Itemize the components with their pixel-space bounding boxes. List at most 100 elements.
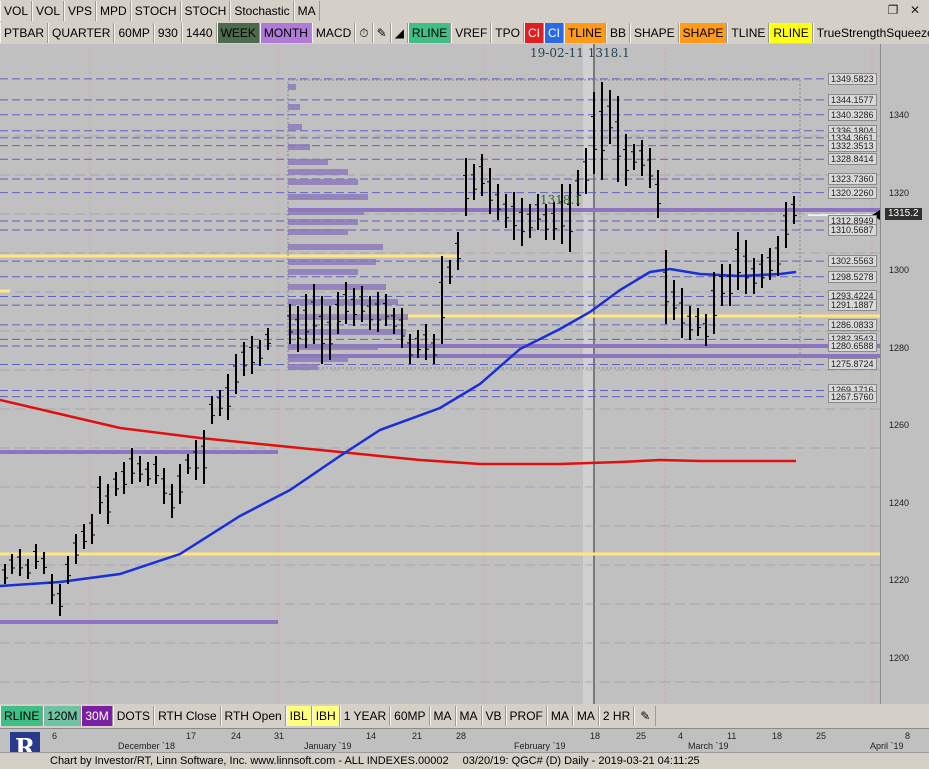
current-price-tag: 1315.2 xyxy=(885,208,922,220)
cursor-price: 1318.1 xyxy=(587,46,630,60)
profile-bar xyxy=(288,344,378,350)
date-label: 31 xyxy=(274,731,285,741)
date-label: 17 xyxy=(186,731,197,741)
level-label: 1275.8724 xyxy=(828,358,877,371)
price-axis[interactable]: 1340 1320 1300 1280 1260 1240 1220 1200 xyxy=(880,44,929,704)
bottom-button-0[interactable]: RLINE xyxy=(0,706,44,726)
study-button-13[interactable]: TLINE xyxy=(563,23,606,43)
edit-icon[interactable]: ✎ xyxy=(634,706,657,726)
level-label: 1267.5760 xyxy=(828,390,877,403)
date-label: 21 xyxy=(412,731,423,741)
bottom-button-12[interactable]: VB xyxy=(481,706,506,726)
bottom-button-7[interactable]: IBH xyxy=(311,706,340,726)
study-button-12[interactable]: CI xyxy=(543,23,564,43)
date-label: 11 xyxy=(727,731,737,741)
status-bar: Chart by Investor/RT, Linn Software, Inc… xyxy=(0,752,929,769)
study-button-19[interactable]: TrueStrengthSqueeze xyxy=(812,23,929,43)
indicator-button-2[interactable]: VPS xyxy=(64,1,97,21)
study-button-1[interactable]: QUARTER xyxy=(48,23,115,43)
price-chart[interactable]: 1318.1 xyxy=(0,44,880,704)
level-label: 1320.2260 xyxy=(828,186,877,199)
profile-bar xyxy=(288,179,358,185)
price-label: 1320 xyxy=(888,187,909,198)
clock-icon[interactable]: ⏱ xyxy=(355,23,373,43)
bottom-button-10[interactable]: MA xyxy=(429,706,456,726)
ruler-icon[interactable]: ◢ xyxy=(390,23,408,43)
profile-bar xyxy=(288,104,300,110)
level-label: 1310.5687 xyxy=(828,224,877,237)
date-label: 25 xyxy=(636,731,647,741)
study-button-16[interactable]: SHAPE xyxy=(678,23,728,43)
level-label: 1291.1887 xyxy=(828,299,877,312)
study-button-5[interactable]: WEEK xyxy=(216,23,260,43)
bottom-button-15[interactable]: MA xyxy=(572,706,599,726)
credit-text: Chart by Investor/RT, Linn Software, Inc… xyxy=(50,755,449,767)
study-button-7[interactable]: MACD xyxy=(311,23,356,43)
price-label: 1300 xyxy=(888,265,909,275)
date-label: 28 xyxy=(456,731,467,741)
level-label: 1349.5823 xyxy=(828,72,877,85)
study-button-8[interactable]: RLINE xyxy=(407,23,452,43)
indicator-button-7[interactable]: MA xyxy=(293,1,320,21)
pencil-icon[interactable]: ✎ xyxy=(372,23,391,43)
bottom-button-4[interactable]: RTH Close xyxy=(154,706,221,726)
bottom-button-13[interactable]: PROF xyxy=(505,706,547,726)
study-button-17[interactable]: TLINE xyxy=(727,23,770,43)
level-label: 1340.3286 xyxy=(828,108,877,121)
bottom-button-8[interactable]: 1 YEAR xyxy=(339,706,391,726)
bottom-button-1[interactable]: 120M xyxy=(43,706,82,726)
price-label: 1240 xyxy=(888,497,909,508)
profile-bar xyxy=(288,259,376,265)
bottom-button-11[interactable]: MA xyxy=(455,706,482,726)
red-moving-average xyxy=(0,398,796,466)
date-label: 4 xyxy=(678,731,684,741)
indicator-button-0[interactable]: VOL xyxy=(0,1,33,21)
bottom-button-3[interactable]: DOTS xyxy=(112,706,155,726)
profile-bar xyxy=(288,299,398,305)
profile-bar xyxy=(288,169,348,175)
profile-bar xyxy=(288,284,386,290)
restore-icon[interactable]: ❐ xyxy=(885,2,901,18)
price-label: 1200 xyxy=(888,652,909,663)
symbol-text: 03/20/19: QGC# (D) Daily - 2019-03-21 04… xyxy=(462,755,700,767)
study-button-10[interactable]: TPO xyxy=(491,23,524,43)
profile-bar xyxy=(288,364,318,370)
indicator-button-3[interactable]: MPD xyxy=(96,1,131,21)
indicator-button-5[interactable]: STOCH xyxy=(180,1,231,21)
bottom-button-6[interactable]: IBL xyxy=(285,706,312,726)
study-button-14[interactable]: BB xyxy=(605,23,630,43)
indicator-button-1[interactable]: VOL xyxy=(32,1,65,21)
indicator-button-4[interactable]: STOCH xyxy=(130,1,181,21)
level-label: 1298.5278 xyxy=(828,270,877,283)
study-button-4[interactable]: 1440 xyxy=(181,23,217,43)
bottom-button-16[interactable]: 2 HR xyxy=(598,706,635,726)
bottom-button-5[interactable]: RTH Open xyxy=(220,706,286,726)
close-icon[interactable]: ✕ xyxy=(907,2,923,18)
bottom-button-9[interactable]: 60MP xyxy=(390,706,430,726)
study-button-6[interactable]: MONTH xyxy=(259,23,312,43)
study-button-18[interactable]: RLINE xyxy=(769,23,813,43)
profile-bar xyxy=(288,124,302,130)
window-controls: ❐ ✕ xyxy=(885,2,923,18)
bottom-toolbar: RLINE 120M 30M DOTS RTH Close RTH Open IBL IBH 1… xyxy=(0,704,929,728)
date-label: December `18 xyxy=(118,741,176,751)
bottom-button-14[interactable]: MA xyxy=(546,706,573,726)
indicator-button-6[interactable]: Stochastic xyxy=(230,1,294,21)
date-label: January `19 xyxy=(304,741,352,751)
cursor-value-label: 1318.1 xyxy=(540,193,582,207)
date-axis[interactable]: 6 December `18 17 24 31 January `19 14 21 28 Febr… xyxy=(0,728,929,752)
price-label: 1260 xyxy=(888,420,909,430)
study-button-2[interactable]: 60MP xyxy=(114,23,154,43)
level-label: 1332.3513 xyxy=(828,139,877,152)
study-button-11[interactable]: CI xyxy=(523,23,544,43)
study-button-9[interactable]: VREF xyxy=(451,23,492,43)
study-button-15[interactable]: SHAPE xyxy=(629,23,679,43)
chart-cursor-readout: 19-02-11 1318.1 xyxy=(530,46,630,60)
date-label: 18 xyxy=(772,731,783,741)
study-button-0[interactable]: PTBAR xyxy=(0,23,49,43)
level-label: 1344.1577 xyxy=(828,93,877,106)
date-label: February `19 xyxy=(514,741,566,751)
study-button-3[interactable]: 930 xyxy=(153,23,182,43)
price-label: 1340 xyxy=(888,110,909,120)
bottom-button-2[interactable]: 30M xyxy=(81,706,113,726)
